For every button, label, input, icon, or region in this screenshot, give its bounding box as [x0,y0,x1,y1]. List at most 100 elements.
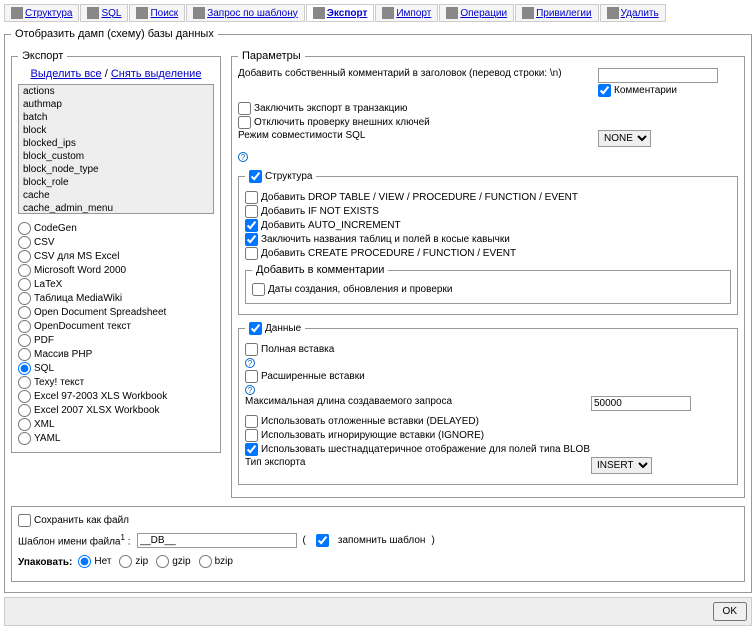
select-all-link[interactable]: Выделить все [31,68,102,80]
disable-fk-checkbox[interactable] [238,116,251,129]
pack-radio[interactable] [156,555,169,568]
format-option[interactable]: SQL [18,362,214,375]
format-option[interactable]: OpenDocument текст [18,320,214,333]
format-radio[interactable] [18,306,31,319]
table-option[interactable]: block_node_type [19,163,213,176]
table-list[interactable]: actionsauthmapbatchblockblocked_ipsblock… [18,84,214,214]
transaction-checkbox[interactable] [238,102,251,115]
format-radio[interactable] [18,432,31,445]
maxlen-input[interactable] [591,396,691,411]
operations-icon [446,7,458,19]
format-option[interactable]: CSV [18,236,214,249]
tab-query[interactable]: Запрос по шаблону [186,4,305,22]
search-icon [136,7,148,19]
ignore-checkbox[interactable] [245,429,258,442]
help-icon[interactable]: ? [245,358,255,368]
format-radio[interactable] [18,236,31,249]
backquote-checkbox[interactable] [245,233,258,246]
ifnot-checkbox[interactable] [245,205,258,218]
format-option[interactable]: Microsoft Word 2000 [18,264,214,277]
delayed-checkbox[interactable] [245,415,258,428]
export-legend: Экспорт [18,50,67,62]
table-option[interactable]: actions [19,85,213,98]
export-type-select[interactable]: INSERT [591,457,652,474]
table-option[interactable]: block_role [19,176,213,189]
pack-radio[interactable] [78,555,91,568]
sql-icon [87,7,99,19]
help-icon[interactable]: ? [238,152,248,162]
compat-select[interactable]: NONE [598,130,651,147]
table-option[interactable]: authmap [19,98,213,111]
comment-label: Добавить собственный комментарий в загол… [238,68,590,79]
comments-checkbox[interactable] [598,84,611,97]
format-option[interactable]: Excel 97-2003 XLS Workbook [18,390,214,403]
format-option[interactable]: CodeGen [18,222,214,235]
table-option[interactable]: batch [19,111,213,124]
save-as-file-checkbox[interactable] [18,514,31,527]
format-radio[interactable] [18,292,31,305]
hexblob-checkbox[interactable] [245,443,258,456]
autoinc-checkbox[interactable] [245,219,258,232]
drop-checkbox[interactable] [245,191,258,204]
table-option[interactable]: block_custom [19,150,213,163]
tab-structure[interactable]: Структура [4,4,79,22]
structure-enable-checkbox[interactable] [249,170,262,183]
tab-export[interactable]: Экспорт [306,4,375,22]
format-option[interactable]: XML [18,418,214,431]
ok-button[interactable]: OK [713,602,747,621]
format-option[interactable]: Массив PHP [18,348,214,361]
pack-radio[interactable] [199,555,212,568]
format-radio[interactable] [18,278,31,291]
tab-sql[interactable]: SQL [80,4,128,22]
compat-label: Режим совместимости SQL [238,130,590,141]
comment-input[interactable] [598,68,718,83]
pack-option[interactable]: bzip [199,555,233,568]
table-option[interactable]: cache [19,189,213,202]
format-radio[interactable] [18,222,31,235]
params-legend: Параметры [238,50,305,62]
createproc-checkbox[interactable] [245,247,258,260]
format-option[interactable]: Open Document Spreadsheet [18,306,214,319]
format-radio[interactable] [18,376,31,389]
format-radio[interactable] [18,418,31,431]
format-radio[interactable] [18,348,31,361]
tab-search[interactable]: Поиск [129,4,185,22]
pack-option[interactable]: zip [119,555,148,568]
privileges-icon [522,7,534,19]
filename-template-input[interactable] [137,533,297,548]
format-radio[interactable] [18,320,31,333]
tab-bar: Структура SQL Поиск Запрос по шаблону Эк… [4,4,752,22]
extinsert-checkbox[interactable] [245,370,258,383]
remember-template-checkbox[interactable] [316,534,329,547]
format-option[interactable]: PDF [18,334,214,347]
data-enable-checkbox[interactable] [249,322,262,335]
fullinsert-checkbox[interactable] [245,343,258,356]
tab-privileges[interactable]: Привилегии [515,4,598,22]
format-radio[interactable] [18,404,31,417]
format-option[interactable]: Texy! текст [18,376,214,389]
pack-radio[interactable] [119,555,132,568]
format-option[interactable]: YAML [18,432,214,445]
help-icon[interactable]: ? [245,385,255,395]
save-fieldset: Сохранить как файл Шаблон имени файла1 :… [11,506,745,582]
tab-import[interactable]: Импорт [375,4,438,22]
format-radio[interactable] [18,390,31,403]
format-radio[interactable] [18,264,31,277]
format-radio[interactable] [18,334,31,347]
dates-checkbox[interactable] [252,283,265,296]
data-fieldset: Данные Полная вставка ? Расширенные вста… [238,321,738,485]
tab-drop[interactable]: Удалить [600,4,666,22]
format-option[interactable]: CSV для MS Excel [18,250,214,263]
format-option[interactable]: Таблица MediaWiki [18,292,214,305]
table-option[interactable]: blocked_ips [19,137,213,150]
pack-option[interactable]: Нет [78,555,111,568]
format-radio[interactable] [18,362,31,375]
pack-option[interactable]: gzip [156,555,190,568]
table-option[interactable]: block [19,124,213,137]
format-option[interactable]: Excel 2007 XLSX Workbook [18,404,214,417]
tab-operations[interactable]: Операции [439,4,514,22]
table-option[interactable]: cache_admin_menu [19,202,213,214]
format-option[interactable]: LaTeX [18,278,214,291]
unselect-all-link[interactable]: Снять выделение [111,68,202,80]
format-radio[interactable] [18,250,31,263]
